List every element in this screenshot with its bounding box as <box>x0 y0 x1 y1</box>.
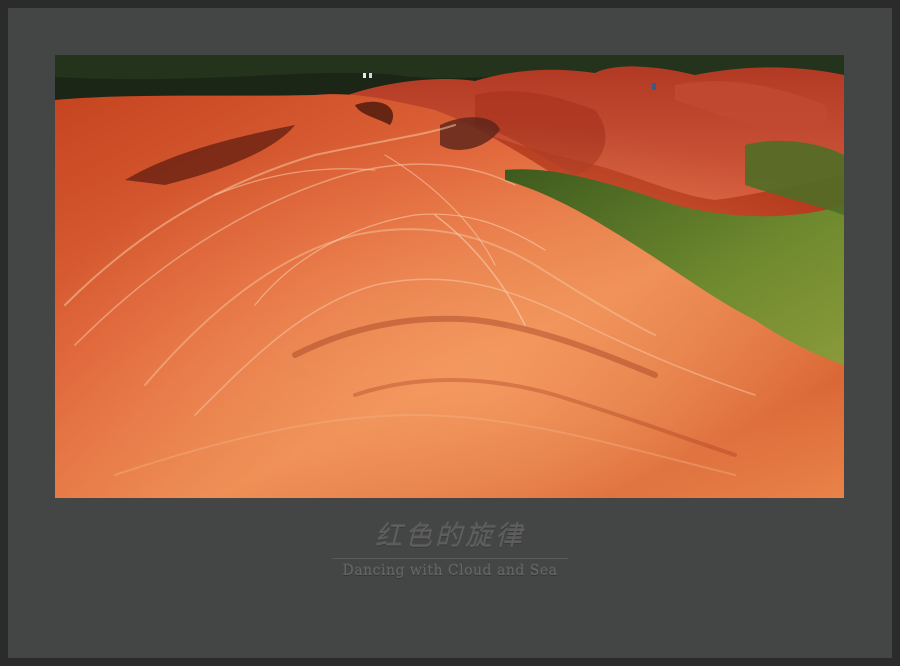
landscape-photo <box>55 55 844 498</box>
caption-title-chinese: 红色的旋律 <box>375 521 525 552</box>
caption-title-english: Dancing with Cloud and Sea <box>342 563 558 579</box>
red-rock-image <box>55 55 844 498</box>
tourist-figure <box>363 73 366 78</box>
caption-divider <box>332 558 568 559</box>
outer-frame: 红色的旋律 Dancing with Cloud and Sea <box>0 0 900 666</box>
photo-caption: 红色的旋律 Dancing with Cloud and Sea <box>0 520 900 580</box>
tourist-figure <box>369 73 372 78</box>
tourist-figure <box>652 83 656 90</box>
